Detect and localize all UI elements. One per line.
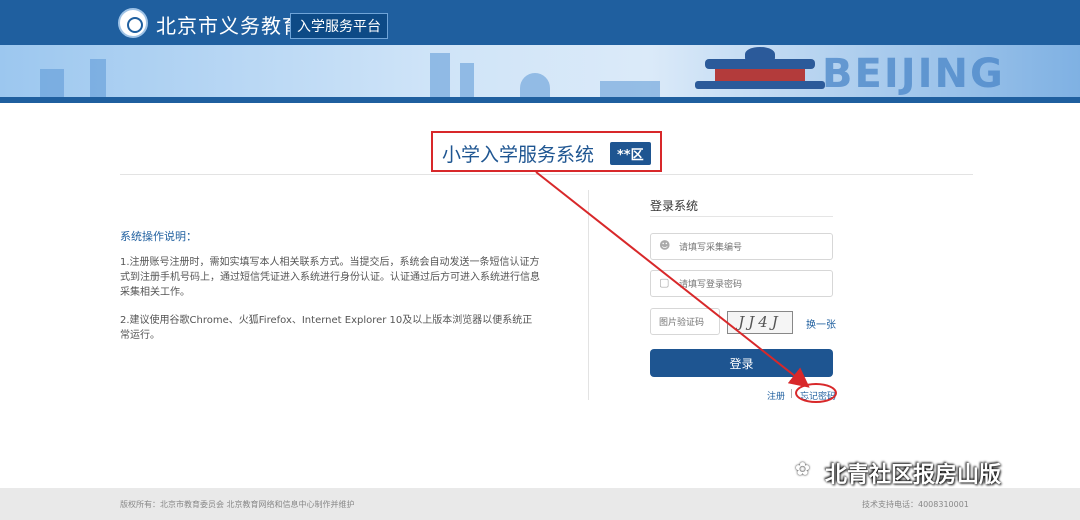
footer-support-phone: 技术支持电话：4008310001 (862, 500, 969, 509)
annotation-arrow-line (535, 171, 810, 388)
footer-copyright: 版权所有：北京市教育委员会 北京教育网络和信息中心制作并维护 (120, 500, 355, 509)
wechat-icon: ✿ (795, 459, 811, 480)
annotation-arrow (535, 171, 810, 388)
page-footer: 版权所有：北京市教育委员会 北京教育网络和信息中心制作并维护 技术支持电话：40… (0, 488, 1080, 520)
watermark-text: 北青社区报房山版 (825, 463, 1002, 488)
